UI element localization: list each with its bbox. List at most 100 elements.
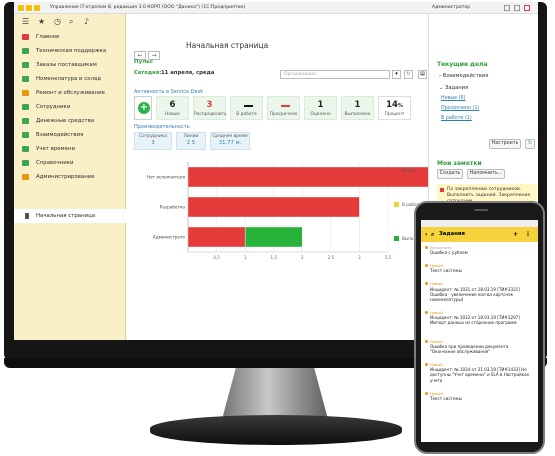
monitor-and-phone-scene: Управление IT-отделом 8, редакция 3.0 КО…: [0, 0, 555, 456]
bar-segment: [187, 196, 360, 218]
refresh-icon[interactable]: ↻: [525, 139, 535, 149]
sidebar-item-start-page[interactable]: Начальная страница: [14, 209, 126, 223]
pulse-label: Пульс: [134, 59, 153, 65]
legend-swatch: [394, 202, 399, 207]
note-flag-icon: [440, 188, 444, 192]
status-tile[interactable]: В работе: [230, 96, 263, 120]
productivity-tile[interactable]: Линии 2 5: [176, 132, 206, 150]
dropdown-icon[interactable]: ▾: [392, 70, 401, 79]
menu-icon[interactable]: ☰: [22, 18, 29, 26]
favorites-icon[interactable]: ★: [38, 18, 45, 26]
today-label: Сегодня:: [134, 70, 162, 76]
my-notes-title: Мои заметки: [437, 160, 482, 167]
sidebar-item[interactable]: Справочники: [14, 156, 125, 170]
sidebar-item[interactable]: Денежные средства: [14, 114, 125, 128]
back-icon[interactable]: ‹: [425, 227, 427, 242]
phone-task-item[interactable]: Новый Инцидент: № 1034 от 21.03.19 [ТИ#34…: [425, 362, 535, 383]
sidebar-item[interactable]: Главное: [14, 30, 125, 44]
create-request-button[interactable]: +: [134, 96, 152, 120]
link-overdue[interactable]: Просрочено (1): [441, 106, 479, 111]
phone-task-item[interactable]: Новый Текст системы: [425, 391, 535, 401]
status-tile[interactable]: 1 Оценено: [304, 96, 337, 120]
legend-label: Новые: [402, 168, 416, 173]
section-icon: [22, 132, 29, 138]
status-tile[interactable]: Просрочено: [267, 96, 300, 120]
dash-mark: [281, 105, 290, 107]
sidebar-item-label: Сотрудники: [36, 104, 71, 110]
sidebar-item[interactable]: Сотрудники: [14, 100, 125, 114]
status-tile[interactable]: 3 Распределить: [193, 96, 227, 120]
search-icon[interactable]: ⌕: [69, 18, 73, 26]
section-icon: [22, 104, 29, 110]
status-tile[interactable]: 14% Процент: [378, 96, 411, 120]
tasks-item[interactable]: ⌄ Задания: [439, 85, 468, 91]
add-icon[interactable]: +: [513, 227, 518, 242]
maximize-icon[interactable]: [514, 5, 520, 11]
x-tick-label: 0,5: [213, 255, 220, 260]
sidebar-item[interactable]: Техническая поддержка: [14, 44, 125, 58]
link-in-progress[interactable]: В работе (1): [441, 116, 472, 121]
sidebar-item[interactable]: Администрирование: [14, 170, 125, 184]
sidebar-item-label: Учет времени: [36, 146, 75, 152]
tile-label: Просрочено: [269, 112, 298, 117]
task-text: Ошибка с рублем: [430, 250, 468, 256]
productivity-tile-value: 3: [151, 140, 155, 146]
sidebar-item[interactable]: Ремонт и обслуживание: [14, 86, 125, 100]
create-note-button[interactable]: Создать: [437, 169, 463, 179]
smartphone: ‹ ⌕ Задания + ⋮ Исполнить Ошибка с рублем…: [414, 201, 545, 454]
phone-status-bar: [421, 220, 538, 227]
sidebar-item[interactable]: Взаимодействия: [14, 128, 125, 142]
current-user[interactable]: Администратор: [432, 2, 470, 14]
sidebar-item-label: Ремонт и обслуживание: [36, 90, 105, 96]
sidebar-item[interactable]: Заказы поставщикам: [14, 58, 125, 72]
productivity-tile[interactable]: Сотрудника 3: [134, 132, 172, 150]
status-tile[interactable]: 6 Новые: [156, 96, 189, 120]
status-tile[interactable]: 1 Выполнено: [341, 96, 374, 120]
interactions-item[interactable]: › Взаимодействия: [439, 73, 488, 79]
phone-task-item[interactable]: Исполнить Ошибка с рублем: [425, 245, 535, 255]
section-icon: [22, 146, 29, 152]
sidebar-item-label: Номенклатура и склад: [36, 76, 101, 82]
refresh-icon[interactable]: ↻: [404, 70, 413, 79]
sidebar-item[interactable]: Учет времени: [14, 142, 125, 156]
search-icon[interactable]: ⌕: [431, 227, 434, 242]
phone-task-item[interactable]: Новый Инцидент: № 1032 от 18.03.19 [ТИ#32…: [425, 310, 535, 326]
tile-label: Процент: [384, 112, 405, 117]
setup-button[interactable]: Настроить: [489, 139, 521, 149]
sidebar-item[interactable]: Номенклатура и склад: [14, 72, 125, 86]
menu-icon[interactable]: ⋮: [525, 227, 531, 242]
section-icon: [22, 174, 29, 180]
productivity-tile-value: 31,77 м.: [218, 140, 242, 146]
remind-button[interactable]: Напомнить...: [467, 169, 505, 179]
phone-task-item[interactable]: Новый Ошибка при проведении документа "Ок…: [425, 339, 535, 355]
tile-value: 3: [206, 100, 213, 110]
link-new[interactable]: Новые (6): [441, 96, 465, 101]
organization-field[interactable]: Организация: [280, 70, 390, 79]
phone-task-item[interactable]: Новый Инцидент: № 1031 от 18.03.19 [ТИ#33…: [425, 281, 535, 302]
history-icon[interactable]: ◷: [54, 18, 61, 26]
service-desk-label: Активность в Service Desk: [134, 89, 204, 95]
export-icon[interactable]: ▤: [418, 70, 427, 79]
tile-value: 1: [354, 100, 361, 110]
productivity-tile[interactable]: Среднее время 31,77 м.: [210, 132, 250, 150]
sidebar-item-label: Администрирование: [36, 174, 95, 180]
dash-mark: [244, 105, 253, 107]
section-icon: [22, 76, 29, 82]
notifications-icon[interactable]: ♪: [84, 18, 89, 26]
task-text: Ошибка при проведении документа "Окончан…: [430, 343, 509, 354]
phone-task-item[interactable]: Новый Текст системы: [425, 263, 535, 273]
bar-segment: [187, 166, 428, 188]
minimize-icon[interactable]: [504, 5, 510, 11]
x-tick-label: 2,5: [328, 255, 335, 260]
title-bar: Управление IT-отделом 8, редакция 3.0 КО…: [14, 2, 538, 14]
productivity-tile-value: 2 5: [186, 140, 196, 146]
productivity-tile-label: Среднее время: [212, 134, 248, 139]
main-content: ← → Начальная страница Пульс Сегодня: 11 …: [126, 14, 428, 340]
close-icon[interactable]: [524, 5, 530, 11]
productivity-tile-label: Сотрудника: [139, 134, 167, 139]
category-label: Разработка: [160, 205, 186, 210]
tile-value: 6: [169, 100, 176, 110]
monitor-stand: [221, 368, 329, 420]
task-text: Текст системы: [430, 395, 462, 401]
sidebar: ☰ ★ ◷ ⌕ ♪ Главное Техническая поддержка За…: [14, 14, 126, 340]
